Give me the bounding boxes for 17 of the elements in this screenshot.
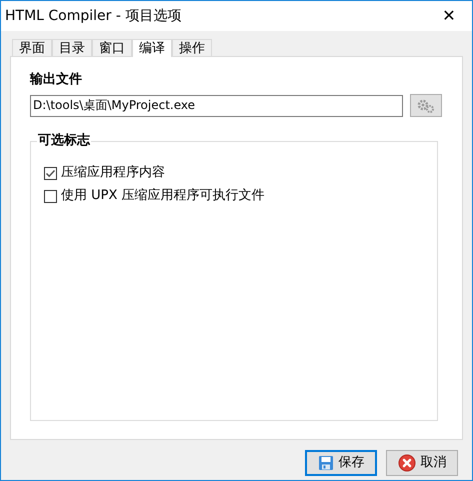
cancel-button[interactable]: 取消 (386, 450, 458, 476)
window-title: HTML Compiler - 项目选项 (5, 6, 182, 26)
gears-icon (417, 98, 435, 112)
tab[interactable]: 操作 (172, 39, 212, 56)
checkbox-label: 压缩应用程序内容 (61, 165, 165, 181)
save-button[interactable]: 保存 (305, 450, 377, 476)
tab[interactable]: 目录 (52, 39, 92, 56)
checkbox[interactable] (44, 166, 57, 180)
tab[interactable]: 编译 (132, 39, 172, 57)
cancel-icon (398, 454, 416, 472)
checkbox[interactable] (44, 190, 57, 202)
close-button[interactable]: ✕ (426, 1, 472, 31)
tab[interactable]: 界面 (12, 39, 52, 56)
checkbox-label: 使用 UPX 压缩应用程序可执行文件 (61, 188, 265, 204)
output-file-field[interactable]: D:\tools\桌面\MyProject.exe (30, 94, 403, 116)
tab[interactable]: 窗口 (92, 39, 132, 56)
output-file-label: 输出文件 (30, 71, 83, 89)
